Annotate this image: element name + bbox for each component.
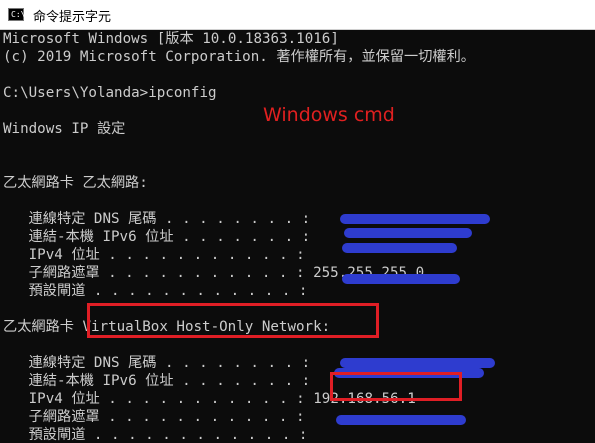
highlight-box-adapter-name <box>87 303 379 338</box>
console-line: Windows IP 設定 <box>3 121 126 137</box>
redaction-scribble <box>342 243 457 253</box>
annotation-label: Windows cmd <box>263 104 395 126</box>
console-line: 連結-本機 IPv6 位址 . . . . . . . : <box>3 229 311 245</box>
redaction-scribble <box>344 228 472 238</box>
title-bar[interactable]: C:\ 命令提示字元 <box>0 0 595 30</box>
terminal-icon: C:\ <box>8 8 26 21</box>
console-line: 預設閘道 . . . . . . . . . . . . : <box>3 427 308 443</box>
console-line: 連結-本機 IPv6 位址 . . . . . . . : <box>3 373 311 389</box>
console-line: 連線特定 DNS 尾碼 . . . . . . . . : <box>3 211 311 227</box>
console-line: IPv4 位址 . . . . . . . . . . . : <box>3 247 305 263</box>
redaction-scribble <box>336 415 466 425</box>
terminal-icon-prompt: C:\ <box>11 10 26 19</box>
console-line: 子網路遮罩 . . . . . . . . . . . : <box>3 409 305 425</box>
redaction-scribble <box>340 358 495 368</box>
window-title: 命令提示字元 <box>33 10 112 25</box>
console-output[interactable]: Microsoft Windows [版本 10.0.18363.1016] (… <box>0 30 595 443</box>
redaction-scribble <box>342 274 460 284</box>
redaction-scribble <box>340 214 490 224</box>
console-line: (c) 2019 Microsoft Corporation. 著作權所有，並保… <box>3 49 475 65</box>
console-line: 乙太網路卡 乙太網路: <box>3 175 148 191</box>
console-line: C:\Users\Yolanda>ipconfig <box>3 85 217 101</box>
console-line: 連線特定 DNS 尾碼 . . . . . . . . : <box>3 355 311 371</box>
highlight-box-ipv4-address <box>330 372 462 401</box>
console-line: Microsoft Windows [版本 10.0.18363.1016] <box>3 31 339 47</box>
console-line: 預設閘道 . . . . . . . . . . . . : <box>3 283 308 299</box>
